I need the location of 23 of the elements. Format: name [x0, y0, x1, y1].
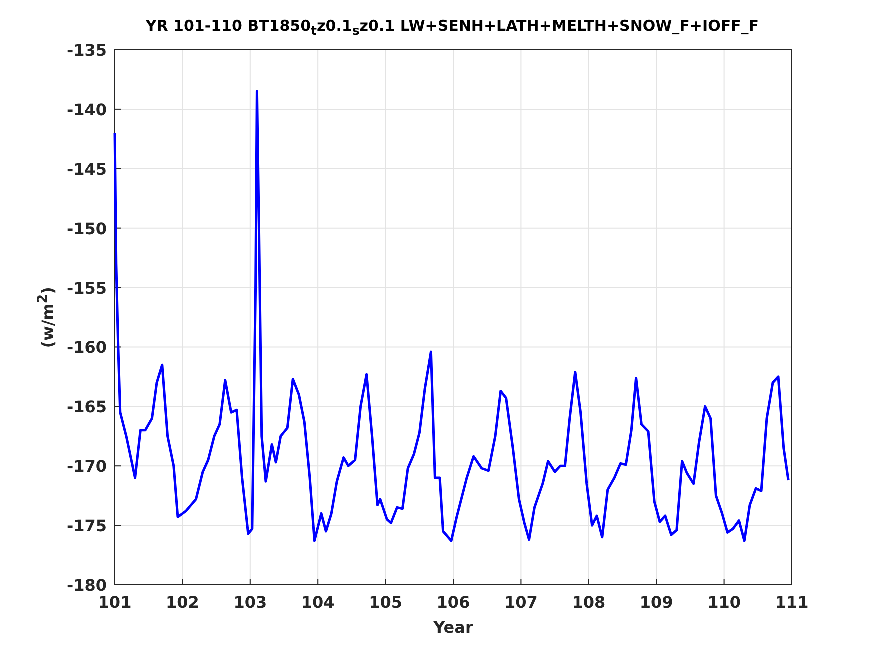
tick-label: 105: [369, 593, 402, 612]
tick-label: -175: [66, 516, 107, 536]
tick-label: 109: [640, 593, 674, 612]
tick-label: 106: [436, 593, 470, 612]
chart-title: YR 101-110 BT1850$_{t}$z0.1$_{s}$z0.1 LW+SENH+LATH+MELTH+SNOW_F+IOFF_F: [146, 16, 760, 38]
tick-label: -170: [66, 457, 107, 476]
x-axis-label: Year: [434, 618, 474, 637]
tick-label: -150: [66, 219, 107, 238]
tick-label: -165: [66, 398, 107, 417]
tick-label: 108: [572, 593, 606, 612]
tick-label: 110: [708, 593, 741, 612]
tick-label: -140: [66, 100, 107, 120]
tick-label: 102: [166, 593, 200, 612]
tick-label: 103: [234, 593, 268, 612]
tick-label: 104: [301, 593, 335, 612]
tick-label: -155: [66, 278, 107, 298]
tick-label: 107: [504, 593, 538, 612]
tick-label: -145: [66, 160, 107, 179]
tick-label: 101: [98, 593, 132, 612]
tick-label: -135: [66, 41, 107, 60]
tick-label: -180: [66, 576, 107, 595]
tick-label: 111: [775, 593, 809, 612]
tick-label: -160: [66, 338, 107, 358]
